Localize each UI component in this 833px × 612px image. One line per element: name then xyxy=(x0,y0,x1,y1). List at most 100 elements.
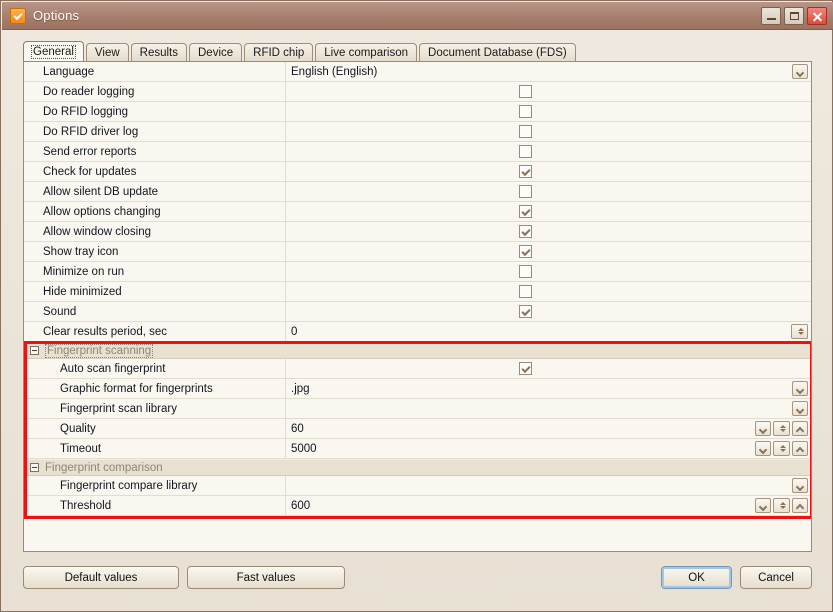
option-row[interactable]: Do RFID logging xyxy=(24,102,811,122)
dropdown-button[interactable] xyxy=(792,478,808,493)
option-checkbox[interactable] xyxy=(519,105,532,118)
option-row[interactable]: Auto scan fingerprint xyxy=(24,359,811,379)
option-value-cell[interactable]: English (English) xyxy=(286,62,811,81)
option-value-cell[interactable]: 0 xyxy=(286,322,811,341)
option-checkbox[interactable] xyxy=(519,225,532,238)
option-row[interactable]: Fingerprint scan library xyxy=(24,399,811,419)
collapse-minus-icon[interactable] xyxy=(30,346,39,355)
decrement-button[interactable] xyxy=(755,498,771,513)
dropdown-button[interactable] xyxy=(792,401,808,416)
value-controls xyxy=(792,401,808,416)
option-value-cell[interactable] xyxy=(286,242,811,261)
spinner-updown-button[interactable] xyxy=(773,441,790,456)
window-controls xyxy=(761,6,827,25)
option-row[interactable]: Graphic format for fingerprints .jpg xyxy=(24,379,811,399)
option-row[interactable]: Show tray icon xyxy=(24,242,811,262)
tab-view[interactable]: View xyxy=(85,43,129,62)
option-row[interactable]: Clear results period, sec 0 xyxy=(24,322,811,342)
option-value-cell[interactable] xyxy=(286,82,811,101)
increment-button[interactable] xyxy=(792,441,808,456)
option-row[interactable]: Hide minimized xyxy=(24,282,811,302)
option-row[interactable]: Allow window closing xyxy=(24,222,811,242)
option-checkbox[interactable] xyxy=(519,362,532,375)
option-row[interactable]: Threshold 600 xyxy=(24,496,811,516)
option-label: Minimize on run xyxy=(24,262,286,281)
increment-button[interactable] xyxy=(792,498,808,513)
option-value-cell[interactable] xyxy=(286,202,811,221)
option-label: Quality xyxy=(24,419,286,438)
tab-results[interactable]: Results xyxy=(130,43,187,62)
option-row[interactable]: Check for updates xyxy=(24,162,811,182)
minimize-button[interactable] xyxy=(761,6,781,25)
option-row[interactable]: Sound xyxy=(24,302,811,322)
option-value-cell[interactable] xyxy=(286,262,811,281)
option-value-cell[interactable] xyxy=(286,476,811,495)
collapse-minus-icon[interactable] xyxy=(30,463,39,472)
option-value-cell[interactable] xyxy=(286,399,811,418)
tab-document-database-fds[interactable]: Document Database (FDS) xyxy=(419,43,576,62)
option-value-text: .jpg xyxy=(291,382,310,395)
option-checkbox[interactable] xyxy=(519,185,532,198)
option-value-cell[interactable]: 600 xyxy=(286,496,811,515)
options-grid-panel[interactable]: Language English (English) Do reader loggi… xyxy=(23,61,812,552)
chevron-down-icon xyxy=(797,484,803,488)
option-row[interactable]: Allow options changing xyxy=(24,202,811,222)
option-row[interactable]: Do reader logging xyxy=(24,82,811,102)
option-value-cell[interactable] xyxy=(286,282,811,301)
option-label: Language xyxy=(24,62,286,81)
spinner-updown-button[interactable] xyxy=(773,421,790,436)
close-button[interactable] xyxy=(807,6,827,25)
tab-rfid-chip[interactable]: RFID chip xyxy=(244,43,314,62)
tab-live-comparison[interactable]: Live comparison xyxy=(315,43,418,62)
option-label: Allow options changing xyxy=(24,202,286,221)
cancel-button[interactable]: Cancel xyxy=(740,566,812,589)
option-row[interactable]: Minimize on run xyxy=(24,262,811,282)
option-checkbox[interactable] xyxy=(519,205,532,218)
option-row[interactable]: Allow silent DB update xyxy=(24,182,811,202)
option-value-cell[interactable] xyxy=(286,142,811,161)
option-value-cell[interactable] xyxy=(286,222,811,241)
option-row[interactable]: Do RFID driver log xyxy=(24,122,811,142)
value-controls xyxy=(755,498,808,513)
spinner-updown-button[interactable] xyxy=(791,324,808,339)
dropdown-button[interactable] xyxy=(792,381,808,396)
option-checkbox[interactable] xyxy=(519,265,532,278)
ok-button[interactable]: OK xyxy=(661,566,732,589)
option-row[interactable]: Timeout 5000 xyxy=(24,439,811,459)
option-checkbox[interactable] xyxy=(519,285,532,298)
option-value-cell[interactable] xyxy=(286,182,811,201)
option-value-cell[interactable] xyxy=(286,162,811,181)
option-value-cell[interactable]: 60 xyxy=(286,419,811,438)
option-checkbox[interactable] xyxy=(519,165,532,178)
fast-values-button[interactable]: Fast values xyxy=(187,566,345,589)
option-row[interactable]: Quality 60 xyxy=(24,419,811,439)
option-value-cell[interactable]: 5000 xyxy=(286,439,811,458)
default-values-button[interactable]: Default values xyxy=(23,566,179,589)
spinner-updown-button[interactable] xyxy=(773,498,790,513)
decrement-button[interactable] xyxy=(755,441,771,456)
dropdown-button[interactable] xyxy=(792,64,808,79)
option-row[interactable]: Fingerprint compare library xyxy=(24,476,811,496)
tab-device[interactable]: Device xyxy=(189,43,243,62)
option-value-cell[interactable] xyxy=(286,102,811,121)
option-checkbox[interactable] xyxy=(519,245,532,258)
option-value-cell[interactable] xyxy=(286,122,811,141)
decrement-button[interactable] xyxy=(755,421,771,436)
group-header-row[interactable]: Fingerprint comparison xyxy=(24,459,811,476)
option-label: Allow window closing xyxy=(24,222,286,241)
option-checkbox[interactable] xyxy=(519,85,532,98)
option-row[interactable]: Send error reports xyxy=(24,142,811,162)
option-checkbox[interactable] xyxy=(519,305,532,318)
option-value-cell[interactable] xyxy=(286,302,811,321)
tab-label: Live comparison xyxy=(324,47,409,59)
group-header-row[interactable]: Fingerprint scanning xyxy=(24,342,811,359)
option-checkbox[interactable] xyxy=(519,145,532,158)
app-checkbox-orange-icon xyxy=(10,7,26,24)
option-row[interactable]: Language English (English) xyxy=(24,62,811,82)
increment-button[interactable] xyxy=(792,421,808,436)
option-value-cell[interactable]: .jpg xyxy=(286,379,811,398)
tab-general[interactable]: General xyxy=(23,41,84,62)
maximize-button[interactable] xyxy=(784,6,804,25)
option-checkbox[interactable] xyxy=(519,125,532,138)
option-value-cell[interactable] xyxy=(286,359,811,378)
